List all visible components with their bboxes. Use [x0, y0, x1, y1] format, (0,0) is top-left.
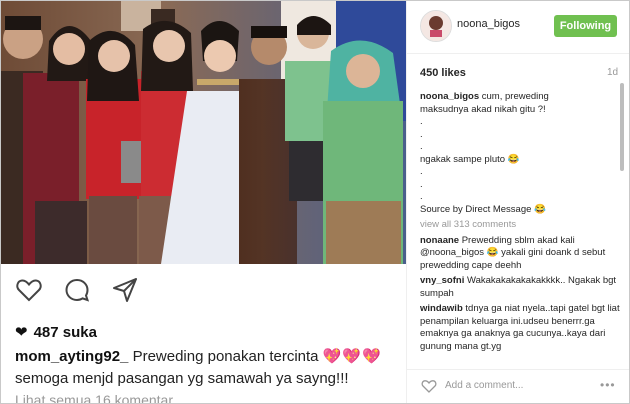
photo-illustration [1, 1, 406, 264]
caption-text-line2: semoga menjd pasangan yg samawah ya sayn… [15, 370, 349, 387]
heart-icon[interactable] [421, 378, 437, 394]
more-icon[interactable]: ••• [600, 378, 616, 392]
comment-icon[interactable] [63, 276, 91, 304]
hearts-emoji: 💖💖💖 [322, 348, 382, 365]
caption-line: . [420, 116, 423, 127]
header-username[interactable]: noona_bigos [457, 18, 520, 30]
caption-username[interactable]: mom_ayting92_ [15, 348, 128, 365]
caption-line: Source by Direct Message 😂 [420, 203, 546, 215]
caption-line: . [420, 128, 423, 140]
post-photo [1, 1, 406, 264]
caption-line: . [420, 191, 423, 202]
caption-line: . [420, 178, 423, 190]
comment-item: nonaane Prewedding sblm akad kali @noona… [420, 235, 620, 273]
caption-line: ngakak sampe pluto 😂 [420, 153, 520, 165]
caption-text-line1: Preweding ponakan tercinta [132, 348, 319, 365]
post-caption: mom_ayting92_ Preweding ponakan tercinta… [15, 346, 400, 390]
comment-item: vny_sofni Wakakakakakakakkkk.. Ngakak bg… [420, 275, 620, 300]
avatar[interactable] [420, 10, 452, 42]
post-header: noona_bigos Following [407, 1, 629, 54]
view-all-comments-link[interactable]: Lihat semua 16 komentar [15, 392, 173, 403]
share-icon[interactable] [111, 276, 139, 304]
likes-count: ❤ 487 suka [15, 323, 97, 342]
add-comment-input[interactable]: Add a comment... [445, 380, 523, 391]
caption-line: . [420, 141, 423, 152]
likes-count-right: 450 likes [420, 67, 466, 79]
caption-line: maksudnya akad nikah gitu ?! [420, 103, 546, 115]
comment-username[interactable]: vny_sofni [420, 275, 464, 286]
comment-item: windawib tdnya ga niat nyela..tapi gatel… [420, 303, 620, 353]
comment-bar: Add a comment... ••• [407, 369, 629, 403]
instagram-post-screenshot: ❤ 487 suka mom_ayting92_ Preweding ponak… [0, 0, 630, 404]
comments-scrollbar[interactable] [620, 83, 624, 171]
caption-block: noona_bigos cum, preweding maksudnya aka… [420, 91, 620, 216]
avatar-image [421, 11, 451, 41]
caption-line: cum, preweding [481, 91, 549, 102]
post-sidebar: noona_bigos Following 450 likes 1d noona… [407, 1, 629, 403]
caption-line: . [420, 166, 423, 177]
comment-username[interactable]: nonaane [420, 235, 459, 246]
heart-icon[interactable] [15, 276, 43, 304]
following-button[interactable]: Following [554, 15, 617, 37]
post-age: 1d [607, 67, 619, 78]
left-post-footer: ❤ 487 suka mom_ayting92_ Preweding ponak… [1, 264, 406, 403]
post-actions [15, 276, 139, 304]
view-all-comments-link[interactable]: view all 313 comments [420, 219, 620, 232]
comments-list: noona_bigos cum, preweding maksudnya aka… [420, 91, 620, 361]
comment-username[interactable]: windawib [420, 303, 463, 314]
caption-username[interactable]: noona_bigos [420, 91, 479, 102]
likes-heart-icon: ❤ [15, 324, 28, 341]
